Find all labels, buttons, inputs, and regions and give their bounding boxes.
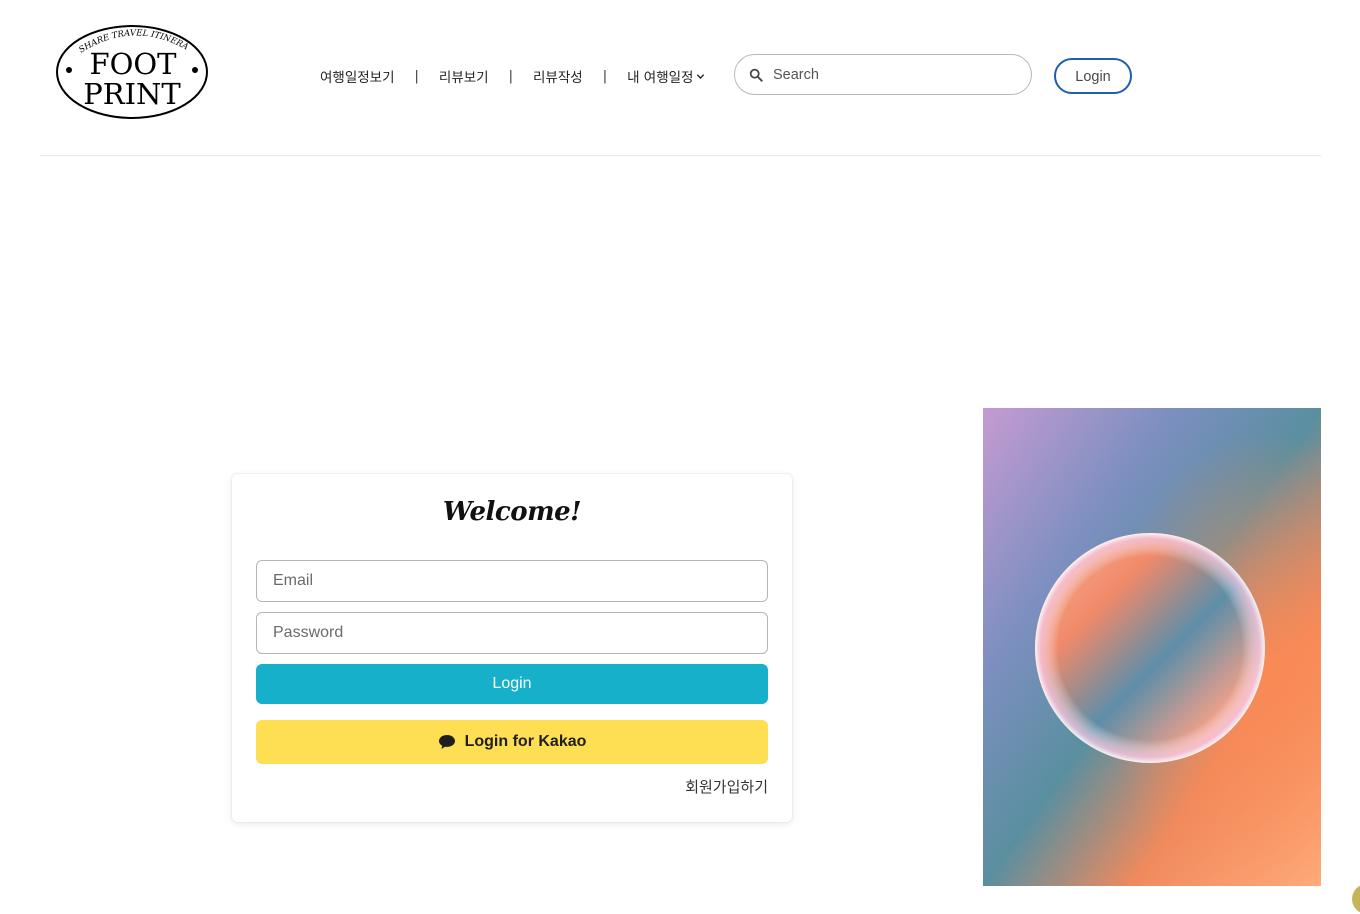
password-field[interactable] <box>256 612 768 654</box>
search-icon <box>749 68 763 82</box>
nav-dropdown-label: 내 여행일정 <box>627 70 694 86</box>
search-box <box>734 54 1032 95</box>
chevron-down-icon <box>697 73 705 79</box>
header-divider <box>40 155 1321 156</box>
site-logo[interactable]: SHARE TRAVEL ITINERARY FOOT PRINT <box>51 17 210 121</box>
decorative-gradient-image <box>983 408 1321 886</box>
kakao-login-label: Login for Kakao <box>464 733 587 750</box>
header-login-button[interactable]: Login <box>1054 58 1132 94</box>
corner-decoration <box>1352 884 1360 914</box>
nav-separator: | <box>414 68 419 84</box>
chat-bubble-icon <box>438 735 455 749</box>
email-field[interactable] <box>256 560 768 602</box>
nav-separator: | <box>602 68 608 84</box>
main-nav: 여행일정보기 | 리뷰보기 | 리뷰작성 | 내 여행일정 <box>320 64 705 88</box>
login-card: Welcome! Login Login for Kakao 회원가입하기 <box>232 474 792 822</box>
kakao-login-button[interactable]: Login for Kakao <box>256 720 768 764</box>
logo-word-foot: FOOT <box>89 47 177 81</box>
nav-item-write-review[interactable]: 리뷰작성 <box>533 66 583 86</box>
logo-word-print: PRINT <box>83 77 181 111</box>
nav-dropdown-my-itinerary[interactable]: 내 여행일정 <box>627 66 705 86</box>
nav-item-view-reviews[interactable]: 리뷰보기 <box>439 66 489 86</box>
signup-link[interactable]: 회원가입하기 <box>685 776 768 797</box>
login-button[interactable]: Login <box>256 664 768 704</box>
nav-item-view-itinerary[interactable]: 여행일정보기 <box>320 66 395 86</box>
welcome-title: Welcome! <box>442 497 582 527</box>
search-input[interactable] <box>771 65 1015 84</box>
nav-separator: | <box>508 68 513 84</box>
